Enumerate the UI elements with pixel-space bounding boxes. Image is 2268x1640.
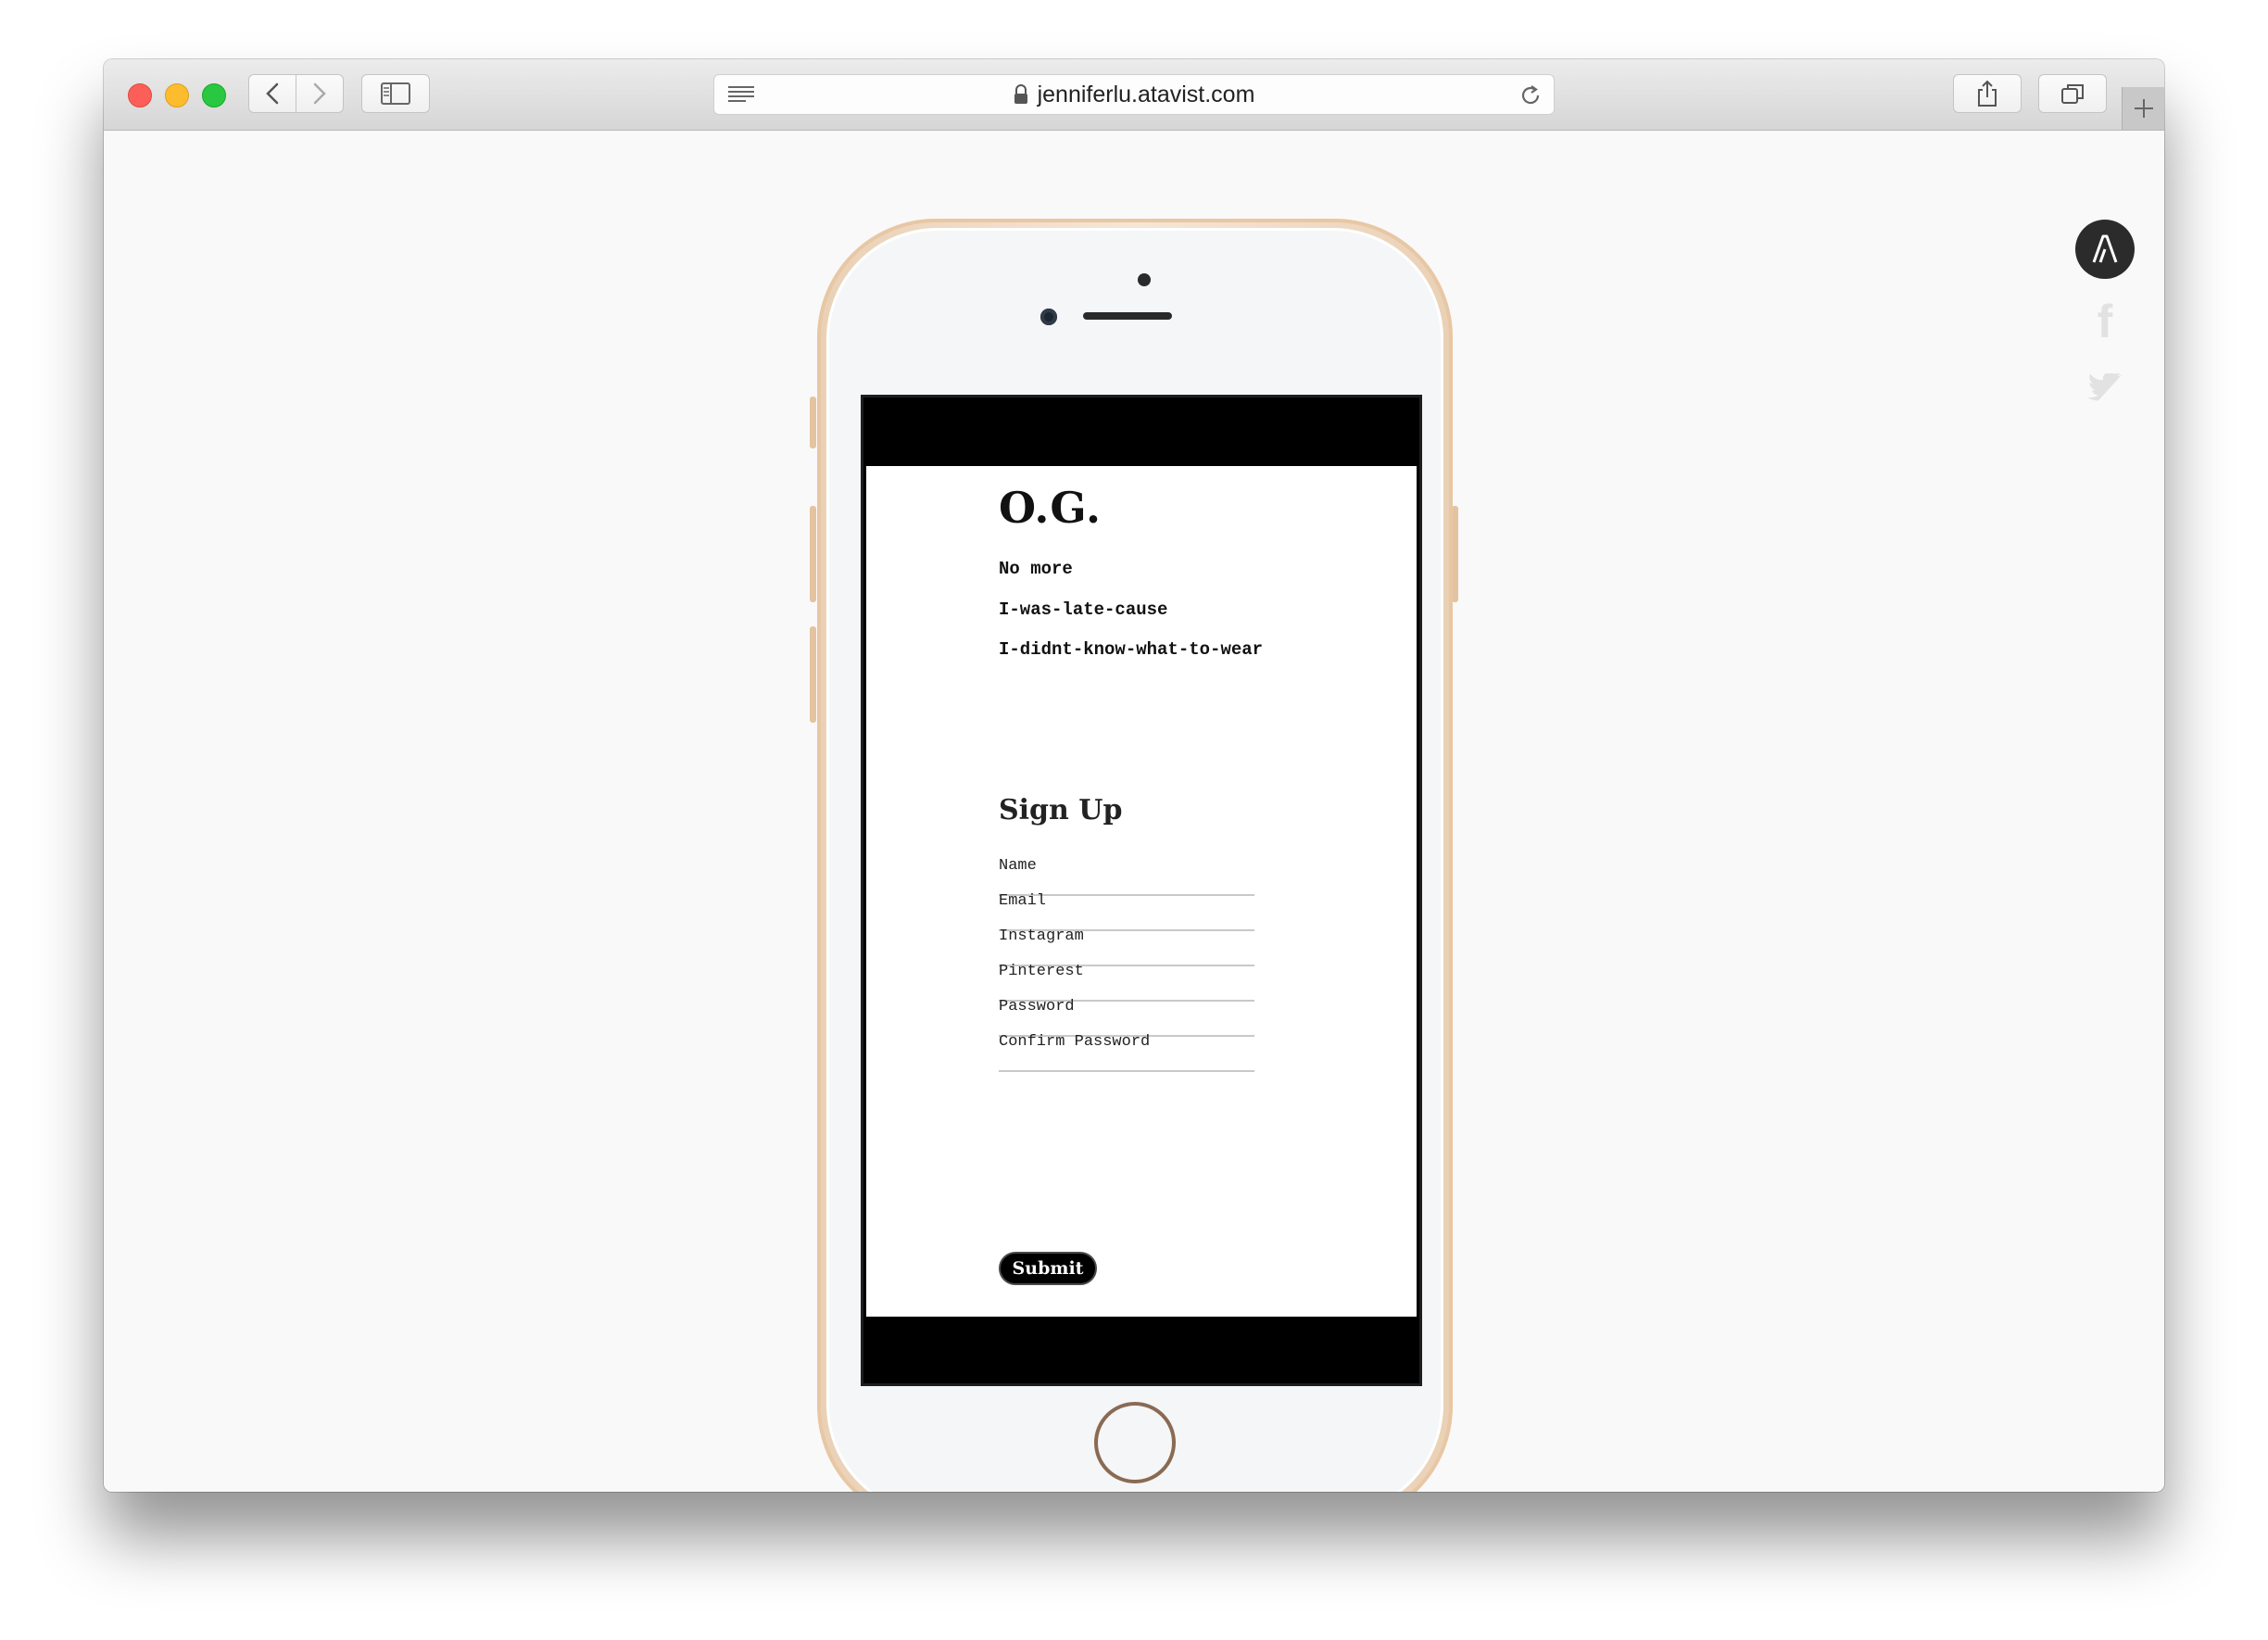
embedded-page: O.G. No more I-was-late-cause I-didnt-kn…: [866, 466, 1417, 1317]
field-label: Password: [999, 998, 1075, 1016]
forward-button[interactable]: [296, 74, 344, 113]
browser-window: jenniferlu.atavist.com O.G. No more I-wa…: [104, 59, 2164, 1492]
minimize-window-button[interactable]: [165, 83, 189, 107]
proximity-sensor: [1138, 273, 1151, 286]
url-text: jenniferlu.atavist.com: [1037, 81, 1255, 107]
show-tabs-button[interactable]: [2038, 74, 2107, 113]
field-label: Name: [999, 857, 1037, 875]
page-content: O.G. No more I-was-late-cause I-didnt-kn…: [104, 131, 2164, 1492]
home-button: [1094, 1402, 1176, 1483]
browser-toolbar: jenniferlu.atavist.com: [104, 59, 2164, 131]
chevron-right-icon: [313, 82, 326, 105]
reload-icon[interactable]: [1518, 83, 1543, 107]
field-label: Instagram: [999, 927, 1084, 945]
share-button[interactable]: [1953, 74, 2022, 113]
phone-power-button: [1452, 506, 1458, 602]
phone-volume-down: [810, 626, 816, 723]
sidebar-icon: [381, 82, 410, 105]
close-window-button[interactable]: [128, 83, 152, 107]
phone-face: O.G. No more I-was-late-cause I-didnt-kn…: [826, 228, 1443, 1492]
page-title: O.G.: [999, 483, 1102, 533]
lock-icon: [1014, 84, 1027, 104]
back-button[interactable]: [248, 74, 296, 113]
tagline-line: I-didnt-know-what-to-wear: [999, 639, 1264, 660]
facebook-icon[interactable]: f: [2094, 298, 2116, 345]
tagline-line: No more: [999, 559, 1073, 579]
submit-button[interactable]: Submit: [999, 1252, 1097, 1285]
front-camera-icon: [1040, 309, 1057, 325]
phone-volume-up: [810, 506, 816, 602]
twitter-icon[interactable]: [2086, 373, 2123, 405]
atavist-logo-icon[interactable]: [2075, 220, 2135, 279]
tagline-line: I-was-late-cause: [999, 599, 1168, 620]
address-bar[interactable]: jenniferlu.atavist.com: [713, 74, 1555, 115]
signup-heading: Sign Up: [999, 794, 1123, 826]
field-label: Pinterest: [999, 963, 1084, 980]
sidebar-toggle-button[interactable]: [361, 74, 430, 113]
field-label: Email: [999, 892, 1047, 910]
chevron-left-icon: [266, 82, 279, 105]
phone-mockup: O.G. No more I-was-late-cause I-didnt-kn…: [817, 219, 1453, 1492]
earpiece-speaker: [1083, 312, 1172, 320]
plus-icon: [2135, 99, 2153, 118]
phone-screen: O.G. No more I-was-late-cause I-didnt-kn…: [861, 395, 1422, 1386]
phone-mute-switch: [810, 397, 816, 448]
confirm-password-field[interactable]: Confirm Password: [999, 1020, 1254, 1072]
tabs-icon: [2061, 84, 2084, 104]
atavist-logo-mark: [2092, 234, 2118, 263]
maximize-window-button[interactable]: [202, 83, 226, 107]
new-tab-button[interactable]: [2122, 87, 2164, 130]
field-label: Confirm Password: [999, 1033, 1151, 1051]
share-icon: [1978, 80, 1997, 107]
